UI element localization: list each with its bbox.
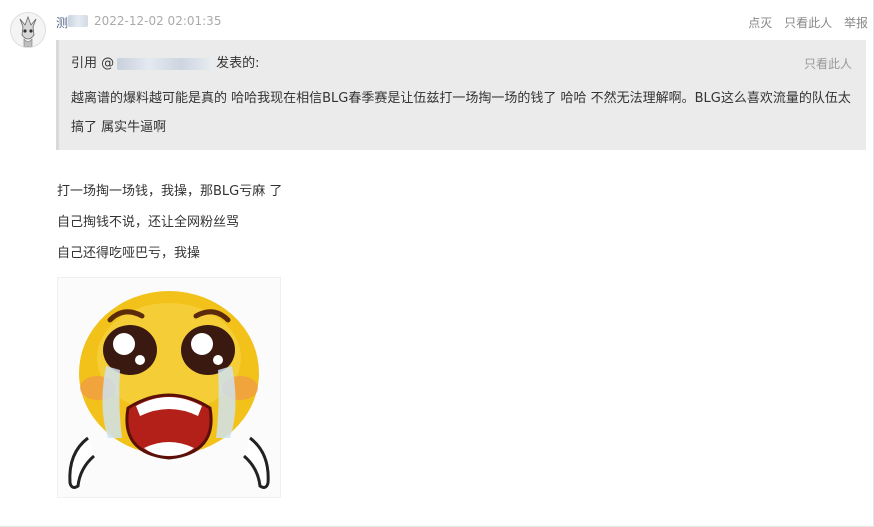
reply-line: 打一场掏一场钱，我操，那BLG亏麻 了: [57, 184, 283, 199]
quote-suffix: 发表的:: [216, 56, 260, 71]
reply-line: 自己掏钱不说，还让全网粉丝骂: [57, 215, 240, 230]
post-actions: 点灭 只看此人 举报: [740, 14, 868, 31]
quote-header: 引用 @ 发表的:: [71, 52, 260, 71]
sticker-image[interactable]: [57, 277, 281, 498]
reply-body: 打一场掏一场钱，我操，那BLG亏麻 了 自己掏钱不说，还让全网粉丝骂 自己还得吃…: [57, 176, 282, 269]
quote-block: 引用 @ 发表的: 只看此人 越离谱的爆料越可能是真的 哈哈我现在相信BLG春季赛…: [56, 40, 866, 150]
post-timestamp: 2022-12-02 02:01:35: [94, 14, 222, 28]
anime-avatar-icon: [11, 13, 45, 47]
quote-only-this-person-link[interactable]: 只看此人: [804, 55, 852, 72]
reply-line: 自己还得吃哑巴亏，我操: [57, 246, 201, 261]
username-prefix: 测: [56, 16, 69, 29]
username-blur: [68, 15, 89, 27]
report-link[interactable]: 举报: [844, 16, 868, 30]
quoted-username-blur[interactable]: [117, 57, 214, 70]
dismiss-link[interactable]: 点灭: [748, 16, 772, 30]
username[interactable]: 测: [56, 14, 90, 29]
avatar[interactable]: [10, 12, 46, 48]
only-this-person-link[interactable]: 只看此人: [784, 16, 832, 30]
crying-emoji-icon: [68, 291, 270, 489]
quote-text: 越离谱的爆料越可能是真的 哈哈我现在相信BLG春季赛是让伍兹打一场掏一场的钱了 …: [71, 91, 851, 135]
quote-prefix: 引用 @: [71, 56, 115, 71]
